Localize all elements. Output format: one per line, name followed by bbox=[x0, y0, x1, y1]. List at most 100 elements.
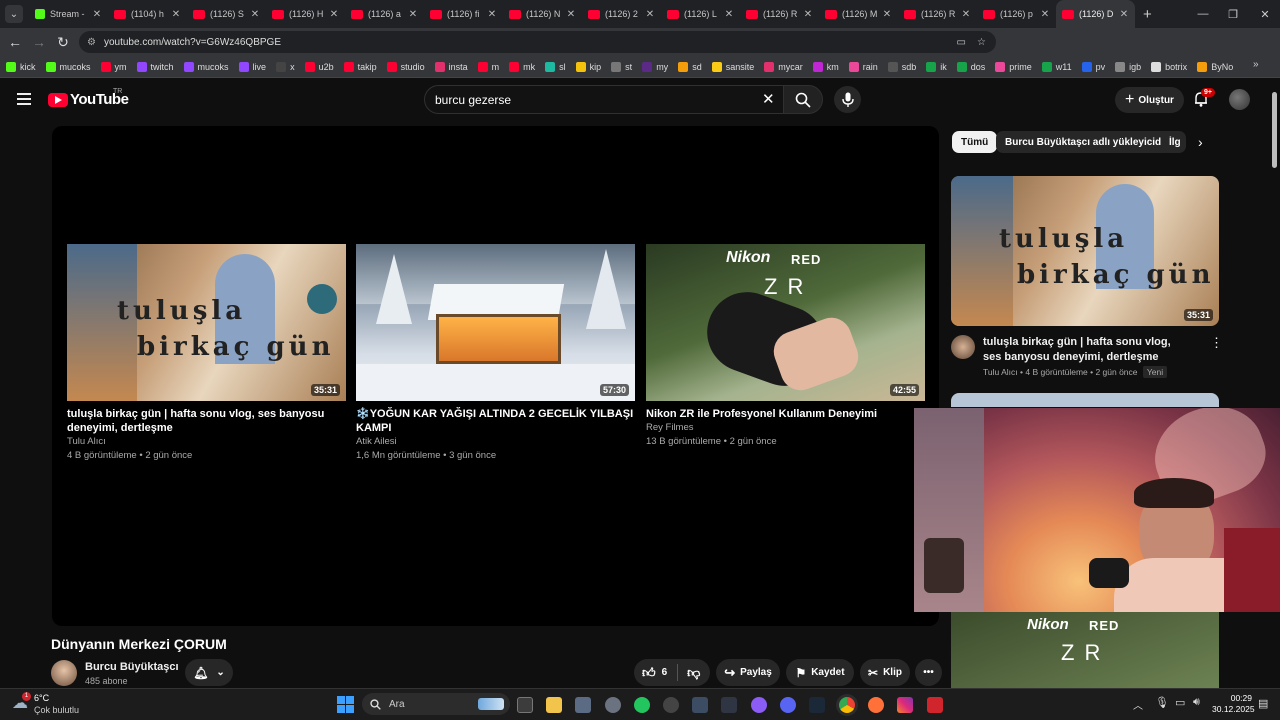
file-explorer-icon[interactable] bbox=[546, 697, 562, 713]
tab-close-icon[interactable]: ✕ bbox=[329, 9, 339, 20]
tab-close-icon[interactable]: ✕ bbox=[645, 9, 655, 20]
browser-tab[interactable]: (1126) R ✕ bbox=[740, 0, 819, 28]
browser-tab[interactable]: (1126) M ✕ bbox=[819, 0, 898, 28]
like-button[interactable]: 👍︎ 6 bbox=[642, 665, 667, 681]
endscreen-title-2[interactable]: ❄️YOĞUN KAR YAĞIŞI ALTINDA 2 GECELİK YIL… bbox=[356, 407, 635, 435]
page-scrollbar[interactable] bbox=[1272, 92, 1277, 168]
endscreen-channel-3[interactable]: Rey Filmes bbox=[646, 422, 925, 433]
bookmark-item[interactable]: m bbox=[477, 61, 499, 72]
bookmark-item[interactable]: sdb bbox=[887, 61, 916, 72]
endscreen-thumbnail-3[interactable]: Nikon RED Z R 42:55 bbox=[646, 244, 925, 401]
reload-button[interactable]: ↻ bbox=[51, 30, 75, 54]
browser-tab[interactable]: (1126) L ✕ bbox=[661, 0, 740, 28]
browser-tab[interactable]: Stream - ✕ bbox=[29, 0, 108, 28]
tab-close-icon[interactable]: ✕ bbox=[803, 9, 813, 20]
bookmark-item[interactable]: sansite bbox=[711, 61, 754, 72]
taskbar-search-input[interactable]: Ara bbox=[362, 693, 510, 715]
app-github-icon[interactable] bbox=[663, 697, 679, 713]
new-tab-button[interactable]: + bbox=[1143, 6, 1152, 23]
browser-tab[interactable]: (1126) 2 ✕ bbox=[582, 0, 661, 28]
create-button[interactable]: + Oluştur bbox=[1115, 87, 1184, 113]
tab-close-icon[interactable]: ✕ bbox=[1040, 9, 1050, 20]
more-vertical-icon[interactable]: ⋮ bbox=[1210, 335, 1223, 351]
discord-icon[interactable] bbox=[780, 697, 796, 713]
more-actions-button[interactable]: ••• bbox=[915, 659, 942, 686]
tab-close-icon[interactable]: ✕ bbox=[882, 9, 892, 20]
close-window-button[interactable]: ✕ bbox=[1250, 0, 1280, 28]
bookmark-item[interactable]: st bbox=[611, 61, 632, 72]
bookmark-item[interactable]: insta bbox=[434, 61, 468, 72]
app-red-icon[interactable] bbox=[927, 697, 943, 713]
bookmark-item[interactable]: my bbox=[642, 61, 668, 72]
subscription-bell-button[interactable]: 🔔︎ ⌄ bbox=[185, 659, 233, 686]
bookmark-item[interactable]: mucoks bbox=[45, 61, 91, 72]
tab-close-icon[interactable]: ✕ bbox=[1119, 9, 1129, 20]
related-channel-1[interactable]: Tulu Alıcı bbox=[983, 367, 1018, 377]
endscreen-thumbnail-1[interactable]: tuluşla birkaç gün 35:31 bbox=[67, 244, 346, 401]
browser-tab[interactable]: (1126) S ✕ bbox=[187, 0, 266, 28]
tray-network-icon[interactable]: ▭ bbox=[1175, 696, 1185, 709]
tab-close-icon[interactable]: ✕ bbox=[487, 9, 497, 20]
browser-tab[interactable]: (1126) fi ✕ bbox=[424, 0, 503, 28]
tray-microphone-icon[interactable]: 🎙︎ bbox=[1155, 696, 1169, 709]
chip-all[interactable]: Tümü bbox=[952, 131, 998, 153]
browser-tab[interactable]: (1126) H ✕ bbox=[266, 0, 345, 28]
browser-tab[interactable]: (1104) h ✕ bbox=[108, 0, 187, 28]
bookmark-item[interactable]: pv bbox=[1081, 61, 1105, 72]
bookmark-item[interactable]: sd bbox=[678, 61, 702, 72]
tab-close-icon[interactable]: ✕ bbox=[171, 9, 181, 20]
bookmark-item[interactable]: igb bbox=[1115, 61, 1141, 72]
related-thumbnail-1[interactable]: tuluşla birkaç gün 35:31 bbox=[951, 176, 1219, 326]
notification-center-icon[interactable]: ▤ bbox=[1258, 697, 1268, 710]
bookmark-item[interactable]: twitch bbox=[136, 61, 174, 72]
endscreen-title-3[interactable]: Nikon ZR ile Profesyonel Kullanım Deneyi… bbox=[646, 407, 925, 421]
bookmark-item[interactable]: mycar bbox=[764, 61, 803, 72]
bookmark-item[interactable]: kip bbox=[575, 61, 601, 72]
bookmark-item[interactable]: km bbox=[812, 61, 839, 72]
bookmark-item[interactable]: ym bbox=[100, 61, 127, 72]
tab-close-icon[interactable]: ✕ bbox=[961, 9, 971, 20]
site-info-icon[interactable]: ⚙ bbox=[87, 37, 96, 48]
endscreen-thumbnail-2[interactable]: 57:30 bbox=[356, 244, 635, 401]
related-channel-avatar-1[interactable] bbox=[951, 335, 975, 359]
bookmark-item[interactable]: mucoks bbox=[183, 61, 229, 72]
endscreen-video-2[interactable]: 57:30 ❄️YOĞUN KAR YAĞIŞI ALTINDA 2 GECEL… bbox=[356, 244, 635, 461]
app-purple-icon[interactable] bbox=[751, 697, 767, 713]
related-title-1[interactable]: tuluşla birkaç gün | hafta sonu vlog, se… bbox=[983, 335, 1188, 364]
chrome-icon[interactable] bbox=[839, 697, 855, 713]
bookmark-item[interactable]: botrix bbox=[1151, 61, 1187, 72]
bookmark-item[interactable]: prime bbox=[995, 61, 1032, 72]
cast-icon[interactable]: ▭ bbox=[957, 37, 966, 48]
account-avatar[interactable] bbox=[1229, 89, 1250, 110]
clip-button[interactable]: ✂ Klip bbox=[860, 659, 910, 686]
maximize-button[interactable]: ❐ bbox=[1218, 0, 1248, 28]
bookmark-item[interactable]: studio bbox=[386, 61, 425, 72]
browser-tab[interactable]: (1126) a ✕ bbox=[345, 0, 424, 28]
headset-app-icon[interactable] bbox=[634, 697, 650, 713]
tab-close-icon[interactable]: ✕ bbox=[250, 9, 260, 20]
save-button[interactable]: ⚑ Kaydet bbox=[786, 659, 854, 686]
bookmark-item[interactable]: sl bbox=[545, 61, 566, 72]
related-thumbnail-2[interactable] bbox=[951, 393, 1219, 407]
task-view-icon[interactable] bbox=[517, 697, 533, 713]
address-bar[interactable]: ⚙ youtube.com/watch?v=G6Wz46QBPGE ▭ ☆ bbox=[79, 31, 996, 53]
back-button[interactable]: ← bbox=[3, 30, 27, 54]
bookmark-item[interactable]: u2b bbox=[304, 61, 334, 72]
settings-gear-icon[interactable] bbox=[605, 697, 621, 713]
chips-next-chevron-icon[interactable]: › bbox=[1198, 134, 1203, 150]
channel-avatar[interactable] bbox=[51, 660, 77, 686]
endscreen-channel-1[interactable]: Tulu Alıcı bbox=[67, 436, 346, 447]
search-button[interactable] bbox=[783, 85, 823, 114]
bookmark-item[interactable]: takip bbox=[343, 61, 377, 72]
tab-close-icon[interactable]: ✕ bbox=[566, 9, 576, 20]
bookmark-item[interactable]: rain bbox=[848, 61, 878, 72]
tab-close-icon[interactable]: ✕ bbox=[92, 9, 102, 20]
endscreen-video-1[interactable]: tuluşla birkaç gün 35:31 tuluşla birkaç … bbox=[67, 244, 346, 461]
bookmark-item[interactable]: ByNo bbox=[1197, 61, 1233, 72]
tray-volume-icon[interactable]: 🔊︎ bbox=[1193, 696, 1200, 709]
firefox-icon[interactable] bbox=[868, 697, 884, 713]
search-input[interactable]: burcu gezerse bbox=[424, 85, 784, 114]
bookmark-item[interactable]: ik bbox=[926, 61, 947, 72]
browser-tab[interactable]: (1126) p ✕ bbox=[977, 0, 1056, 28]
steam-icon[interactable] bbox=[809, 697, 825, 713]
